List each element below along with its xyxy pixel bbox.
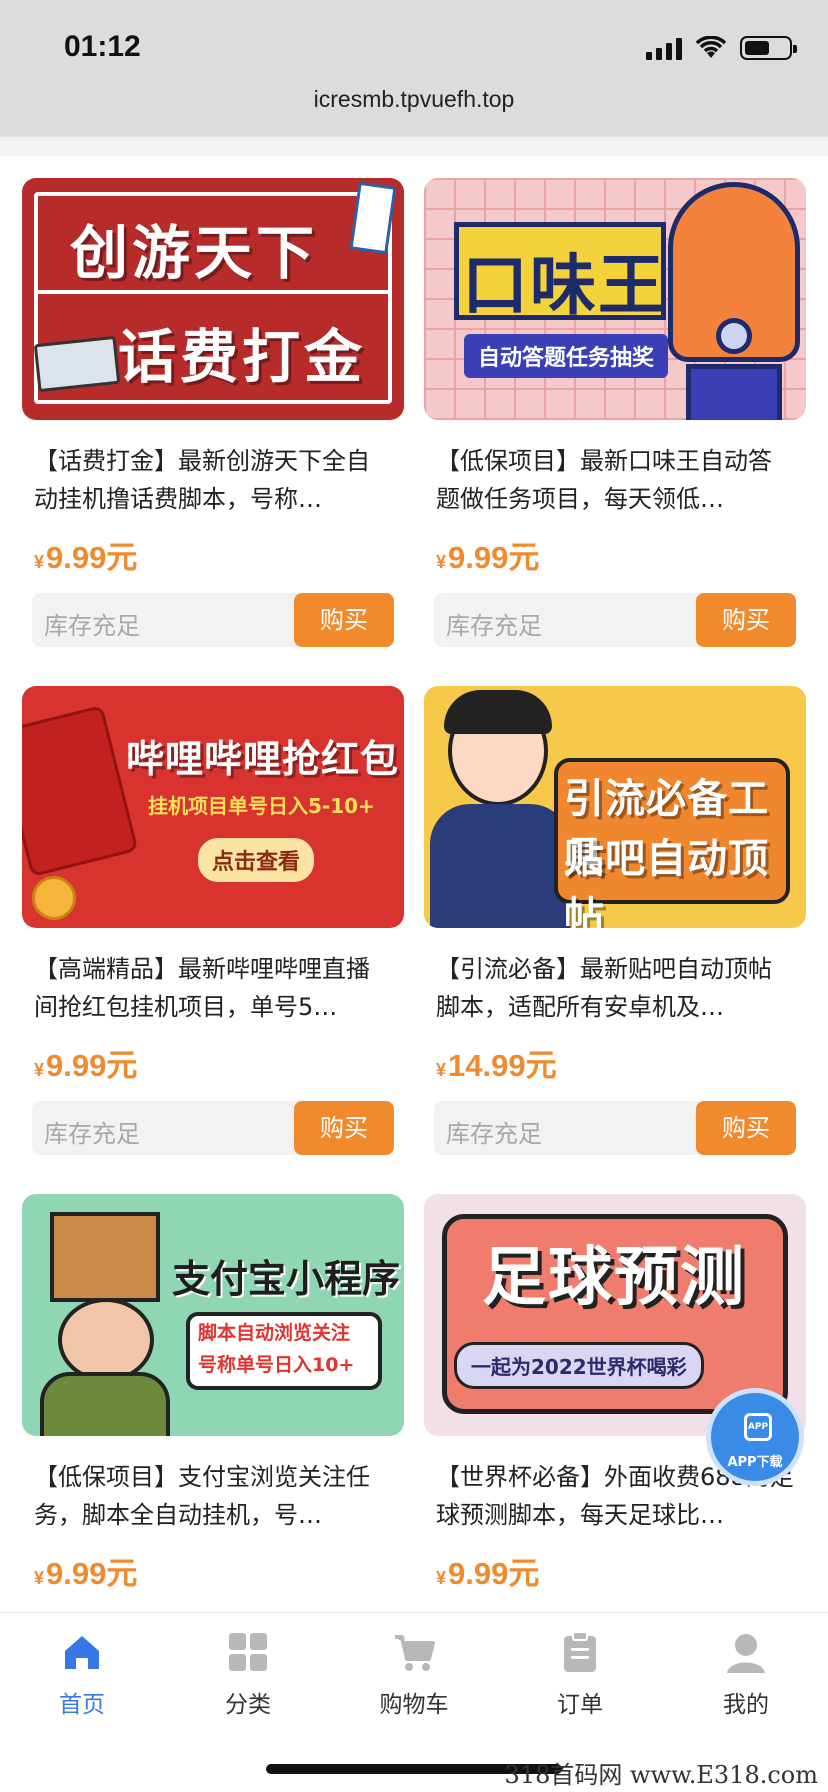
image-caption: 支付宝小程序 xyxy=(172,1257,401,1301)
watermark: 318首码网 www.E318.com xyxy=(504,1761,818,1789)
tab-cart[interactable]: 购物车 xyxy=(354,1631,474,1719)
image-caption: 足球预测 xyxy=(482,1241,746,1315)
signal-icon xyxy=(646,36,682,60)
tab-category[interactable]: 分类 xyxy=(188,1631,308,1719)
app-download-label: APP下载 xyxy=(727,1455,783,1470)
tab-home[interactable]: 首页 xyxy=(22,1631,142,1719)
stock-status: 库存充足 xyxy=(44,1120,140,1148)
cart-icon xyxy=(393,1631,435,1673)
product-card[interactable]: 支付宝小程序 脚本自动浏览关注 号称单号日入10+ 【低保项目】支付宝浏览关注任… xyxy=(22,1194,404,1593)
image-caption: 号称单号日入10+ xyxy=(198,1354,355,1376)
app-download-button[interactable]: APP APP下载 xyxy=(706,1388,804,1486)
stock-status: 库存充足 xyxy=(44,612,140,640)
buy-button[interactable]: 购买 xyxy=(696,593,796,647)
product-image[interactable]: 支付宝小程序 脚本自动浏览关注 号称单号日入10+ xyxy=(22,1194,404,1436)
tab-label: 分类 xyxy=(225,1692,271,1718)
product-price: ¥9.99元 xyxy=(34,1048,138,1083)
product-title[interactable]: 【低保项目】最新口味王自动答题做任务项目，每天领低… xyxy=(424,442,806,518)
buy-button[interactable]: 购买 xyxy=(294,593,394,647)
grid-icon xyxy=(227,1631,269,1673)
image-caption: 话费打金 xyxy=(118,323,367,391)
product-card[interactable]: 创游天下 话费打金 【话费打金】最新创游天下全自动挂机撸话费脚本，号称… ¥9.… xyxy=(22,178,404,647)
address-bar-url[interactable]: icresmb.tpvuefh.top xyxy=(0,86,828,113)
image-caption: 脚本自动浏览关注 xyxy=(198,1322,351,1344)
image-caption: 点击查看 xyxy=(198,838,315,882)
product-title[interactable]: 【高端精品】最新哔哩哔哩直播间抢红包挂机项目，单号5… xyxy=(22,950,404,1026)
tab-orders[interactable]: 订单 xyxy=(520,1631,640,1719)
product-card[interactable]: 哔哩哔哩抢红包 挂机项目单号日入5-10+ 点击查看 【高端精品】最新哔哩哔哩直… xyxy=(22,686,404,1155)
status-bar: 01:12 icresmb.tpvuefh.top xyxy=(0,0,828,136)
clipboard-icon xyxy=(559,1631,601,1673)
product-title[interactable]: 【话费打金】最新创游天下全自动挂机撸话费脚本，号称… xyxy=(22,442,404,518)
tab-label: 首页 xyxy=(59,1692,105,1718)
header-band xyxy=(0,136,828,156)
buy-button[interactable]: 购买 xyxy=(696,1101,796,1155)
product-image[interactable]: 创游天下 话费打金 xyxy=(22,178,404,420)
stock-status: 库存充足 xyxy=(446,612,542,640)
product-image[interactable]: 引流必备工具 贴吧自动顶帖 xyxy=(424,686,806,928)
product-price: ¥9.99元 xyxy=(34,540,138,575)
home-icon xyxy=(61,1631,103,1673)
stock-row: 库存充足 购买 xyxy=(434,1101,796,1155)
battery-icon xyxy=(740,36,797,60)
product-card[interactable]: 引流必备工具 贴吧自动顶帖 【引流必备】最新贴吧自动顶帖脚本，适配所有安卓机及…… xyxy=(424,686,806,1155)
app-icon: APP xyxy=(744,1413,772,1441)
product-card[interactable]: 口味王 自动答题任务抽奖 【低保项目】最新口味王自动答题做任务项目，每天领低… … xyxy=(424,178,806,647)
tab-label: 订单 xyxy=(557,1692,603,1718)
product-title[interactable]: 【低保项目】支付宝浏览关注任务，脚本全自动挂机，号… xyxy=(22,1458,404,1534)
product-image[interactable]: 口味王 自动答题任务抽奖 xyxy=(424,178,806,420)
user-icon xyxy=(725,1631,767,1673)
image-caption: 创游天下 xyxy=(70,219,319,287)
box-head-character xyxy=(50,1212,160,1302)
status-time: 01:12 xyxy=(64,30,141,63)
product-price: ¥9.99元 xyxy=(436,540,540,575)
image-caption: 一起为2022世界杯喝彩 xyxy=(454,1342,704,1389)
image-caption: 口味王 xyxy=(462,247,666,324)
stock-status: 库存充足 xyxy=(446,1120,542,1148)
tab-me[interactable]: 我的 xyxy=(686,1631,806,1719)
product-title[interactable]: 【引流必备】最新贴吧自动顶帖脚本，适配所有安卓机及… xyxy=(424,950,806,1026)
tab-label: 购物车 xyxy=(379,1692,449,1718)
image-caption: 贴吧自动顶帖 xyxy=(564,836,769,928)
status-icons xyxy=(646,36,797,60)
stock-row: 库存充足 购买 xyxy=(434,593,796,647)
product-image[interactable]: 哔哩哔哩抢红包 挂机项目单号日入5-10+ 点击查看 xyxy=(22,686,404,928)
image-caption: 自动答题任务抽奖 xyxy=(464,334,669,378)
stock-row: 库存充足 购买 xyxy=(32,593,394,647)
red-envelope-icon xyxy=(22,704,139,878)
stock-row: 库存充足 购买 xyxy=(32,1101,394,1155)
image-caption: 哔哩哔哩抢红包 xyxy=(126,737,400,781)
buy-button[interactable]: 购买 xyxy=(294,1101,394,1155)
tab-label: 我的 xyxy=(723,1692,769,1718)
product-price: ¥9.99元 xyxy=(34,1556,138,1591)
product-price: ¥14.99元 xyxy=(436,1048,557,1083)
image-caption: 挂机项目单号日入5-10+ xyxy=(148,794,375,818)
keyboard-icon xyxy=(33,335,121,393)
wifi-icon xyxy=(696,36,726,58)
product-price: ¥9.99元 xyxy=(436,1556,540,1591)
